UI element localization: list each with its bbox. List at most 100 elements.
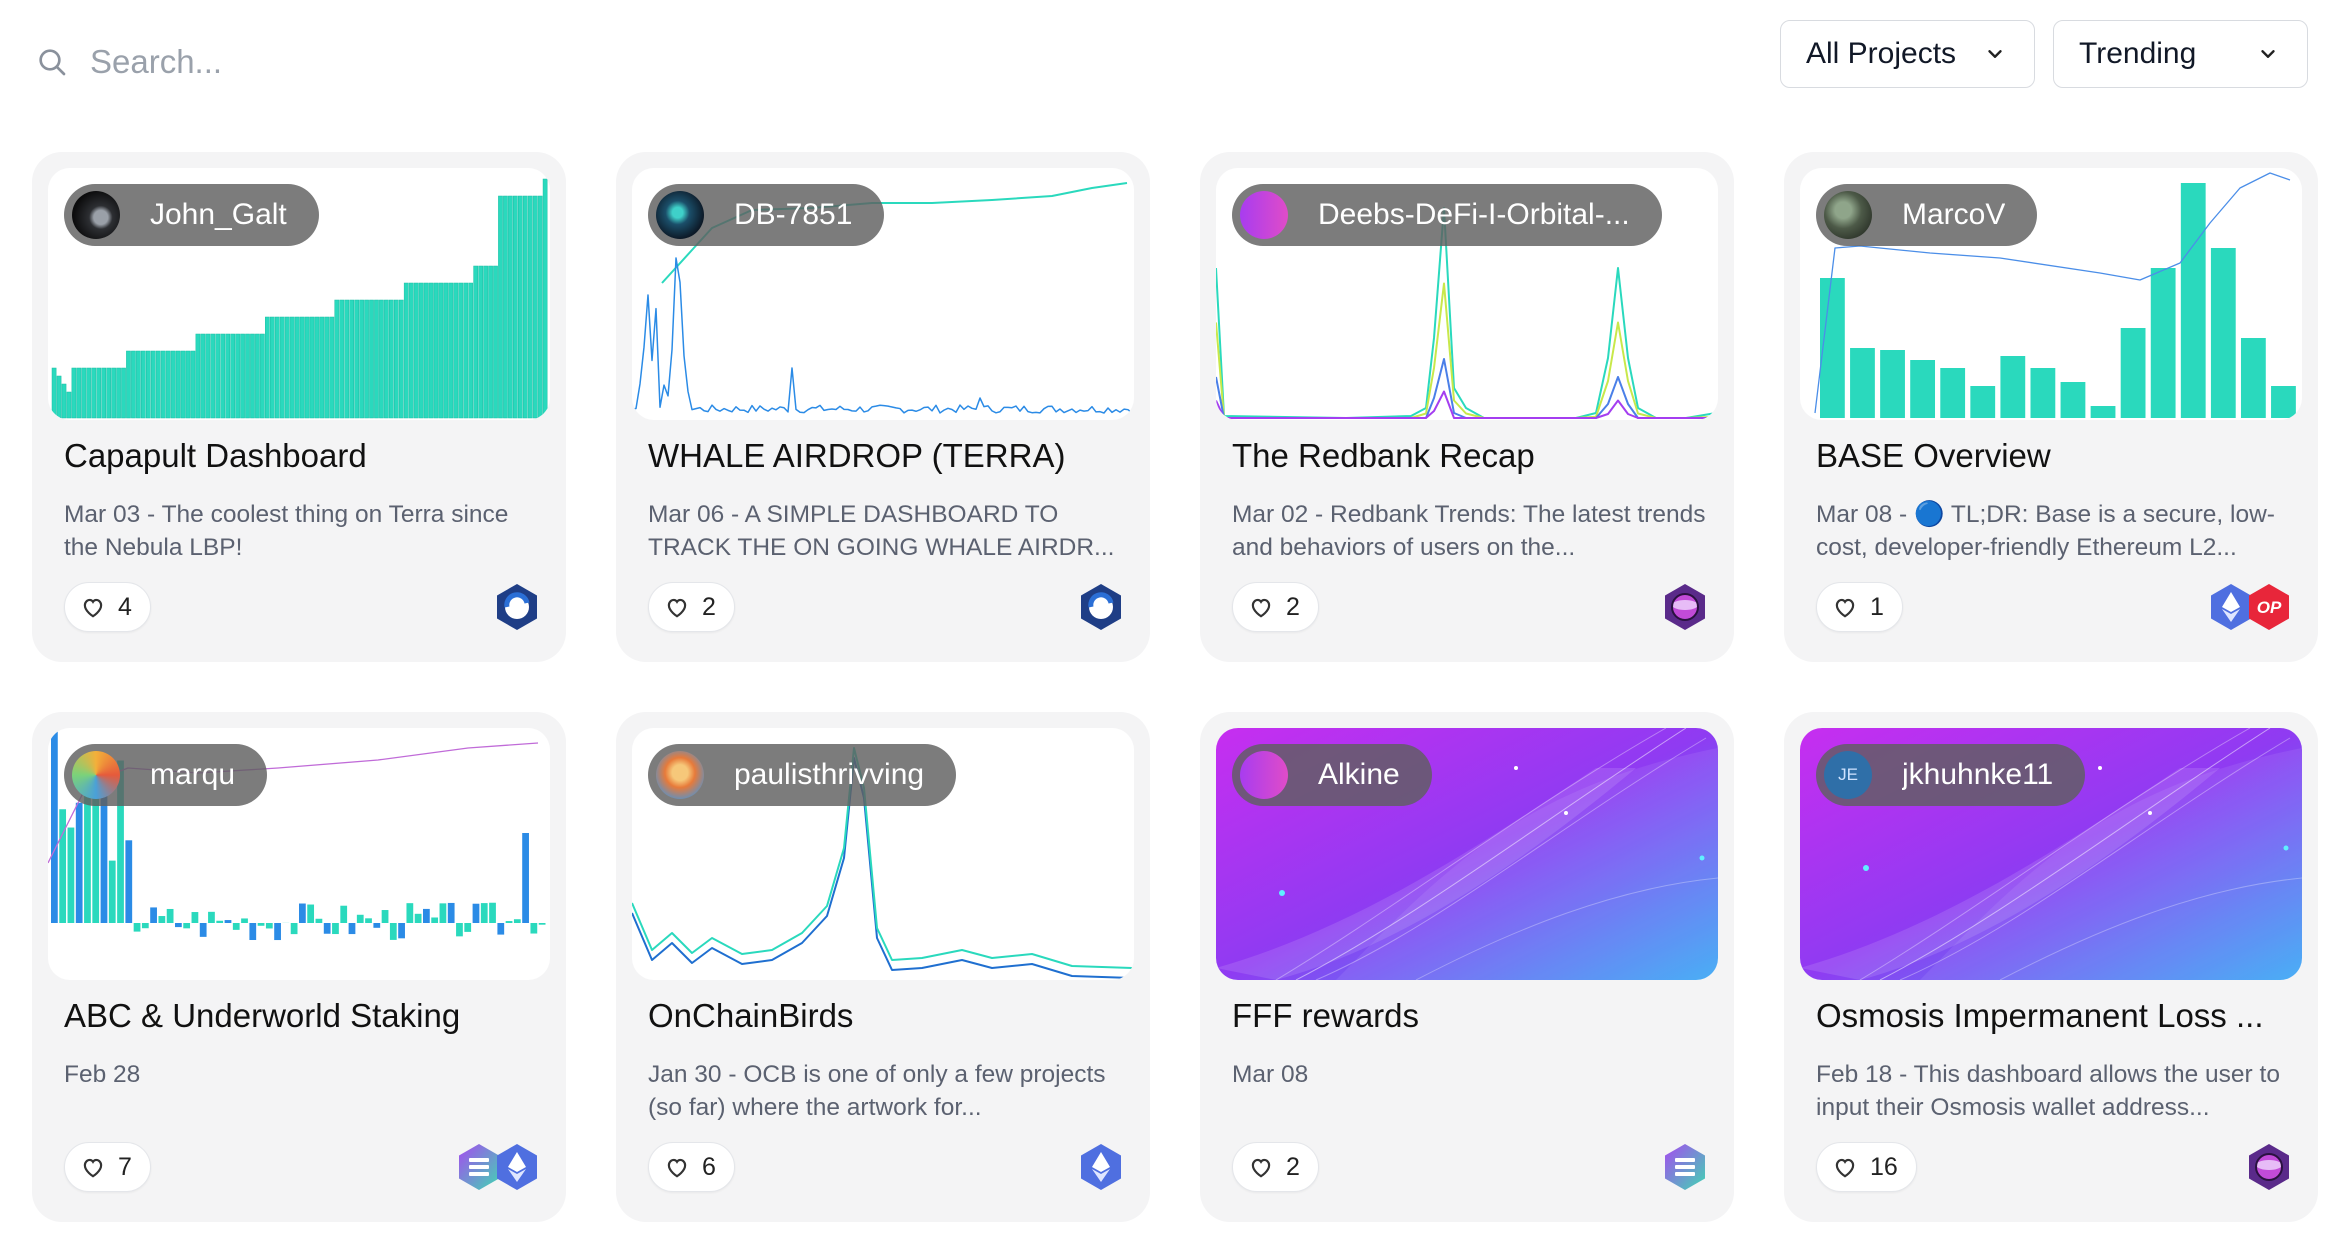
chart-bar — [51, 367, 57, 419]
chart-bar — [230, 333, 235, 419]
osmosis-chain-icon — [1665, 584, 1705, 630]
osmosis-chain-icon — [2249, 1144, 2289, 1190]
projects-filter-label: All Projects — [1806, 37, 1957, 70]
heart-icon — [1835, 598, 1855, 618]
chart-bar — [2120, 328, 2146, 418]
chart-bar — [513, 919, 521, 923]
author-name: jkhuhnke11 — [1902, 758, 2054, 791]
chart-bar — [75, 802, 83, 923]
chart-bar — [324, 316, 330, 419]
like-count: 2 — [702, 592, 716, 621]
card-title[interactable]: FFF rewards — [1232, 997, 1712, 1035]
chart-bar — [274, 923, 281, 941]
heart-icon — [667, 598, 687, 618]
chart-bar — [398, 923, 405, 939]
sort-label: Trending — [2079, 37, 2197, 70]
chart-bar — [542, 178, 548, 419]
chart-bar — [160, 350, 166, 419]
chart-bar — [125, 840, 133, 923]
card-title[interactable]: ABC & Underworld Staking — [64, 997, 544, 1035]
projects-filter-dropdown[interactable]: All Projects — [1780, 20, 2035, 88]
card-description: Mar 08 - 🔵 TL;DR: Base is a secure, low-… — [1816, 501, 2275, 561]
chart-bar — [290, 923, 298, 935]
chart-bar — [438, 282, 444, 419]
chart-bar — [255, 333, 260, 419]
dashboard-card[interactable]: DB-7851 WHALE AIRDROP (TERRA) Mar 06 - A… — [616, 152, 1150, 662]
like-count: 16 — [1870, 1152, 1898, 1181]
author-pill[interactable]: MarcoV — [1816, 184, 2038, 246]
chart-bar — [489, 902, 496, 923]
like-button[interactable]: 2 — [648, 582, 735, 632]
chart-bar — [131, 350, 136, 419]
chart-bar — [299, 316, 305, 419]
dashboard-card[interactable]: JE jkhuhnke11 Osmosis Impermanent Loss .… — [1784, 712, 2318, 1222]
chart-bar — [133, 923, 141, 932]
card-title[interactable]: WHALE AIRDROP (TERRA) — [648, 437, 1128, 475]
card-title[interactable]: Capapult Dashboard — [64, 437, 544, 475]
chart-bar — [136, 350, 141, 419]
card-title[interactable]: BASE Overview — [1816, 437, 2296, 475]
chart-bar — [191, 912, 199, 923]
avatar — [1240, 191, 1288, 239]
dashboard-card[interactable]: John_Galt Capapult Dashboard Mar 03 - Th… — [32, 152, 566, 662]
dashboard-card[interactable]: marqu ABC & Underworld Staking Feb 28 7 — [32, 712, 566, 1222]
chart-bar — [423, 282, 429, 419]
chart-bar — [334, 299, 340, 419]
author-pill[interactable]: John_Galt — [64, 184, 319, 246]
card-title[interactable]: Osmosis Impermanent Loss ... — [1816, 997, 2296, 1035]
card-title[interactable]: The Redbank Recap — [1232, 437, 1712, 475]
chart-bar — [66, 391, 72, 419]
chart-bar — [106, 367, 111, 419]
dashboard-card[interactable]: MarcoV BASE Overview Mar 08 - 🔵 TL;DR: B… — [1784, 152, 2318, 662]
chart-bar — [67, 827, 75, 923]
author-pill[interactable]: Deebs-DeFi-I-Orbital-... — [1232, 184, 1662, 246]
like-button[interactable]: 2 — [1232, 1142, 1319, 1192]
dashboard-card[interactable]: paulisthrivving OnChainBirds Jan 30 - OC… — [616, 712, 1150, 1222]
chart-bar — [141, 923, 149, 929]
sort-dropdown[interactable]: Trending — [2053, 20, 2308, 88]
chart-bar — [423, 908, 430, 923]
chevron-down-icon — [2261, 50, 2275, 58]
author-pill[interactable]: marqu — [64, 744, 268, 806]
like-button[interactable]: 16 — [1816, 1142, 1917, 1192]
chart-bar — [365, 918, 372, 923]
chart-bar — [406, 903, 414, 923]
chart-bar — [2240, 338, 2266, 418]
chart-bar — [413, 282, 419, 419]
chart-bar — [304, 316, 310, 419]
chart-bar — [2180, 183, 2206, 418]
chart-bar — [2030, 368, 2056, 418]
dashboard-card[interactable]: Deebs-DeFi-I-Orbital-... The Redbank Rec… — [1200, 152, 1734, 662]
chart-bar — [472, 903, 480, 923]
like-button[interactable]: 4 — [64, 582, 151, 632]
like-button[interactable]: 7 — [64, 1142, 151, 1192]
like-button[interactable]: 6 — [648, 1142, 735, 1192]
chart-bar — [116, 367, 121, 419]
chart-bar — [389, 299, 394, 419]
author-pill[interactable]: DB-7851 — [648, 184, 885, 246]
chart-bar — [265, 923, 273, 929]
chart-bar — [403, 282, 409, 419]
chart-bar — [2000, 356, 2026, 418]
chart-bar — [150, 350, 156, 419]
chart-bar — [517, 195, 523, 419]
chart-bar — [284, 316, 290, 419]
author-pill[interactable]: JE jkhuhnke11 — [1816, 744, 2086, 806]
search-bar[interactable] — [36, 36, 936, 88]
dashboard-card[interactable]: Alkine FFF rewards Mar 08 2 — [1200, 712, 1734, 1222]
search-input[interactable] — [90, 43, 910, 81]
chart-bar — [208, 911, 215, 923]
chart-bar — [101, 367, 107, 419]
chart-bar — [503, 195, 508, 419]
like-button[interactable]: 1 — [1816, 582, 1903, 632]
chart-bar — [249, 923, 257, 941]
chart-bar — [348, 923, 356, 935]
author-pill[interactable]: paulisthrivving — [648, 744, 957, 806]
chart-bar — [1970, 386, 1996, 418]
like-button[interactable]: 2 — [1232, 582, 1319, 632]
chart-bar — [493, 265, 498, 419]
author-pill[interactable]: Alkine — [1232, 744, 1432, 806]
card-title[interactable]: OnChainBirds — [648, 997, 1128, 1035]
chart-bar — [508, 195, 513, 419]
avatar: JE — [1824, 751, 1872, 799]
